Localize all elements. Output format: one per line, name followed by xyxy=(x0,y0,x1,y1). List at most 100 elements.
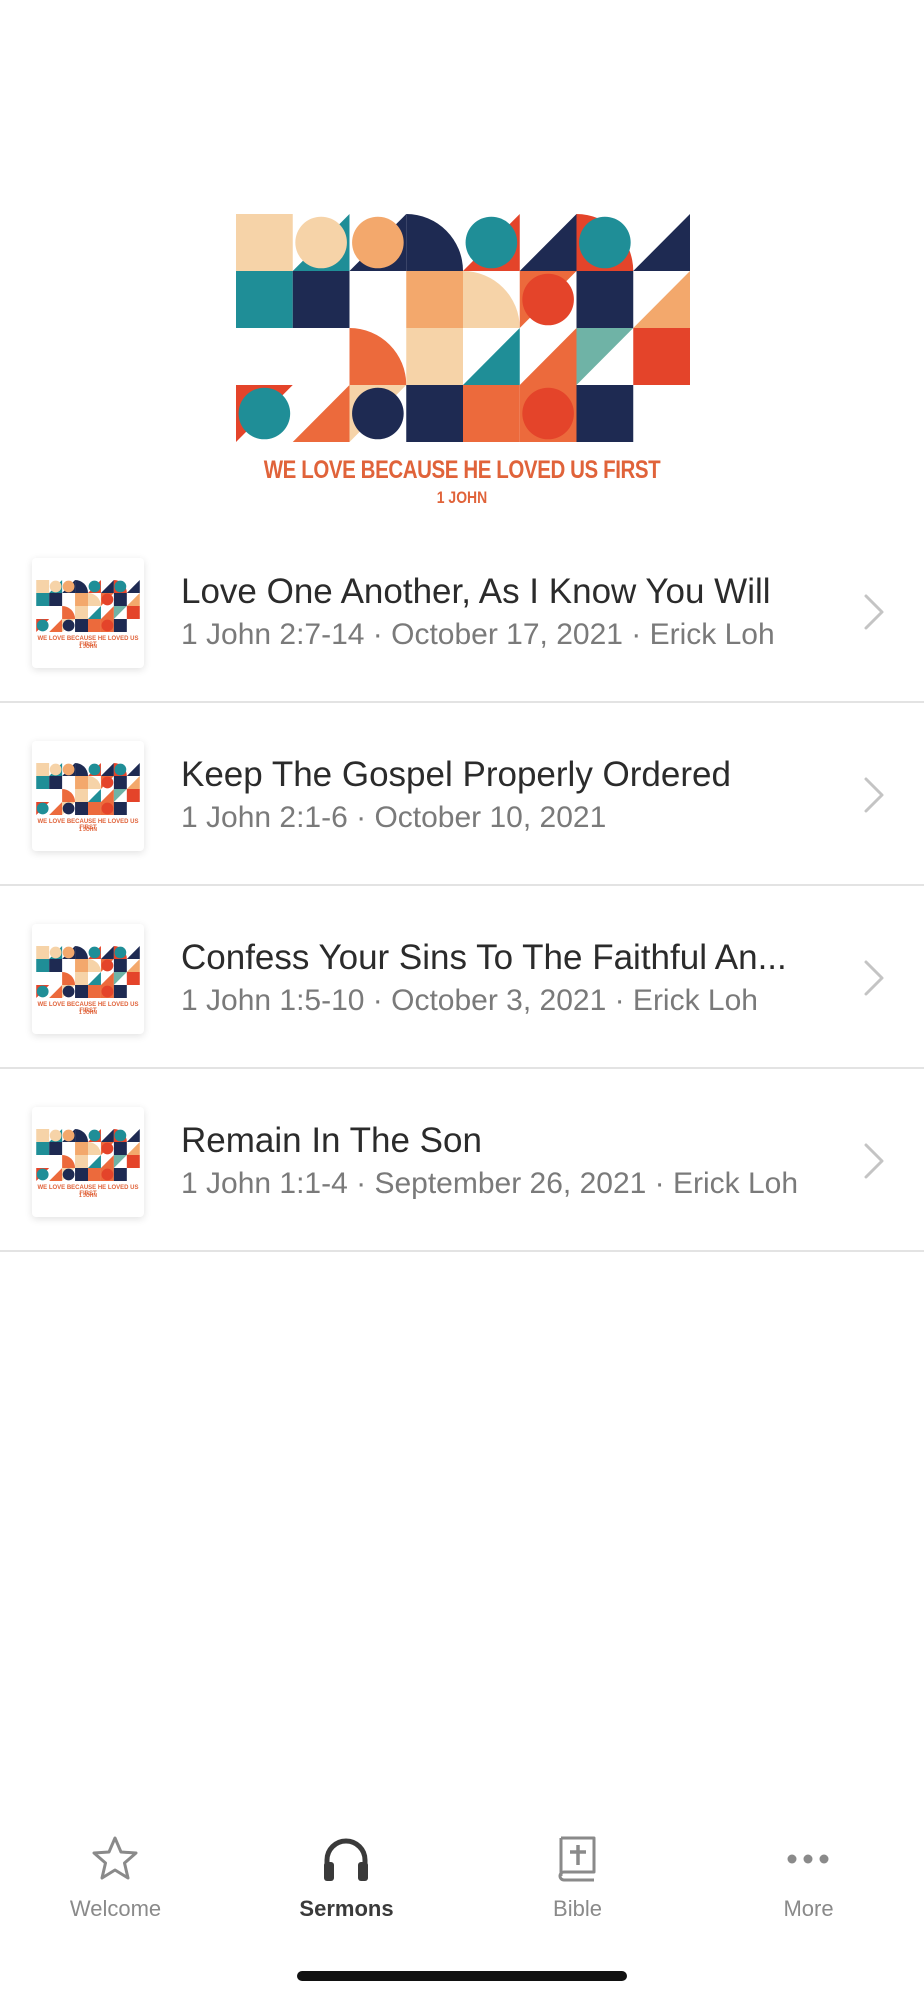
sermon-row[interactable]: WE LOVE BECAUSE HE LOVED US FIRST 1 JOHN… xyxy=(0,886,924,1069)
mosaic-tile xyxy=(126,1155,140,1168)
mosaic-circle xyxy=(522,387,574,440)
chevron-right-icon xyxy=(864,594,884,630)
thumbnail-subcaption: 1 JOHN xyxy=(78,1010,98,1016)
mosaic-tile xyxy=(126,959,140,972)
mosaic-circle xyxy=(101,985,114,998)
mosaic-tile xyxy=(75,1155,88,1168)
mosaic-circle xyxy=(522,273,574,326)
mosaic-circle xyxy=(352,216,404,269)
mosaic-circle xyxy=(62,985,75,998)
mosaic-tile xyxy=(75,972,88,985)
mosaic-tile xyxy=(75,1168,88,1181)
mosaic-tile xyxy=(406,271,463,328)
mosaic-tile xyxy=(100,606,114,619)
thumbnail-subcaption: 1 JOHN xyxy=(78,644,98,650)
mosaic-tile xyxy=(113,1142,127,1155)
sermon-thumbnail: WE LOVE BECAUSE HE LOVED US FIRST 1 JOHN xyxy=(32,558,144,668)
mosaic-tile xyxy=(49,1168,63,1181)
mosaic-tile xyxy=(36,1129,50,1142)
mosaic-tile xyxy=(100,1155,114,1168)
mosaic-circle xyxy=(101,1142,114,1155)
sermon-details: 1 John 1:5-10 · October 3, 2021 · Erick … xyxy=(181,984,758,1017)
mosaic-tile xyxy=(576,328,634,385)
mosaic-tile xyxy=(126,606,140,619)
mosaic-tile xyxy=(75,959,88,972)
chevron-right-icon xyxy=(864,777,884,813)
mosaic-circle xyxy=(36,985,49,998)
sermon-title: Confess Your Sins To The Faithful An... xyxy=(181,938,787,977)
mosaic-circle xyxy=(295,216,347,269)
mosaic-tile xyxy=(88,1168,101,1181)
sermon-row[interactable]: WE LOVE BECAUSE HE LOVED US FIRST 1 JOHN… xyxy=(0,703,924,886)
series-caption: WE LOVE BECAUSE HE LOVED US FIRST xyxy=(263,456,661,484)
mosaic-circle xyxy=(238,387,291,440)
mosaic-tile xyxy=(126,946,140,959)
chevron-right-icon xyxy=(864,1143,884,1179)
mosaic-circle xyxy=(49,763,62,776)
mosaic-tile xyxy=(576,271,634,328)
star-icon xyxy=(92,1836,138,1880)
mosaic-tile xyxy=(75,789,88,802)
mosaic-tile xyxy=(88,593,101,606)
mosaic-circle xyxy=(62,619,75,632)
mosaic-circle xyxy=(36,802,49,815)
tab-bible[interactable]: Bible xyxy=(462,1810,693,1930)
mosaic-tile xyxy=(36,593,50,606)
mosaic-circle xyxy=(62,1129,75,1142)
tab-welcome[interactable]: Welcome xyxy=(0,1810,231,1930)
mosaic-circle xyxy=(62,802,75,815)
mosaic-circle xyxy=(62,580,75,593)
mosaic-tile xyxy=(126,580,140,593)
tab-sermons[interactable]: Sermons xyxy=(231,1810,462,1930)
mosaic-tile xyxy=(113,972,127,985)
sermon-details: 1 John 2:1-6 · October 10, 2021 xyxy=(181,801,607,834)
mosaic-tile xyxy=(88,959,101,972)
mosaic-tile xyxy=(88,606,101,619)
tab-label: More xyxy=(783,1896,834,1921)
mosaic-circle xyxy=(101,802,114,815)
mosaic-tile xyxy=(88,802,101,815)
mosaic-tile xyxy=(113,593,127,606)
mosaic-circle xyxy=(465,216,518,269)
thumbnail-subcaption: 1 JOHN xyxy=(78,827,98,833)
mosaic-tile xyxy=(88,619,101,632)
sermon-row[interactable]: WE LOVE BECAUSE HE LOVED US FIRST 1 JOHN… xyxy=(0,1069,924,1252)
mosaic-tile xyxy=(126,776,140,789)
mosaic-tile xyxy=(113,1155,127,1168)
mosaic-tile xyxy=(463,385,520,442)
thumbnail-subcaption: 1 JOHN xyxy=(78,1193,98,1199)
mosaic-tile xyxy=(113,789,127,802)
mosaic-tile xyxy=(88,972,101,985)
mosaic-tile xyxy=(236,271,293,328)
thumbnail-artwork xyxy=(36,946,140,998)
mosaic-tile xyxy=(75,1129,88,1142)
series-subcaption: 1 JOHN xyxy=(436,488,488,507)
mosaic-tile xyxy=(75,1142,88,1155)
mosaic-tile xyxy=(463,328,520,385)
mosaic-circle xyxy=(114,1129,127,1142)
mosaic-tile xyxy=(88,789,101,802)
sermon-list: WE LOVE BECAUSE HE LOVED US FIRST 1 JOHN… xyxy=(0,520,924,1252)
mosaic-tile xyxy=(292,271,350,328)
mosaic-tile xyxy=(62,972,76,985)
mosaic-tile xyxy=(36,1142,50,1155)
mosaic-tile xyxy=(126,763,140,776)
home-indicator xyxy=(297,1971,627,1981)
mosaic-tile xyxy=(633,214,690,271)
mosaic-tile xyxy=(349,328,407,385)
mosaic-circle xyxy=(352,387,404,440)
mosaic-tile xyxy=(49,802,63,815)
mosaic-circle xyxy=(101,1168,114,1181)
sermon-title: Keep The Gospel Properly Ordered xyxy=(181,755,731,794)
sermon-thumbnail: WE LOVE BECAUSE HE LOVED US FIRST 1 JOHN xyxy=(32,741,144,851)
mosaic-tile xyxy=(113,802,127,815)
sermon-row[interactable]: WE LOVE BECAUSE HE LOVED US FIRST 1 JOHN… xyxy=(0,520,924,703)
mosaic-tile xyxy=(406,385,463,442)
tab-more[interactable]: More xyxy=(693,1810,924,1930)
mosaic-tile xyxy=(49,593,63,606)
mosaic-circle xyxy=(579,216,631,269)
mosaic-circle xyxy=(88,763,101,776)
mosaic-tile xyxy=(126,1142,140,1155)
mosaic-tile xyxy=(113,985,127,998)
mosaic-circle xyxy=(114,580,127,593)
